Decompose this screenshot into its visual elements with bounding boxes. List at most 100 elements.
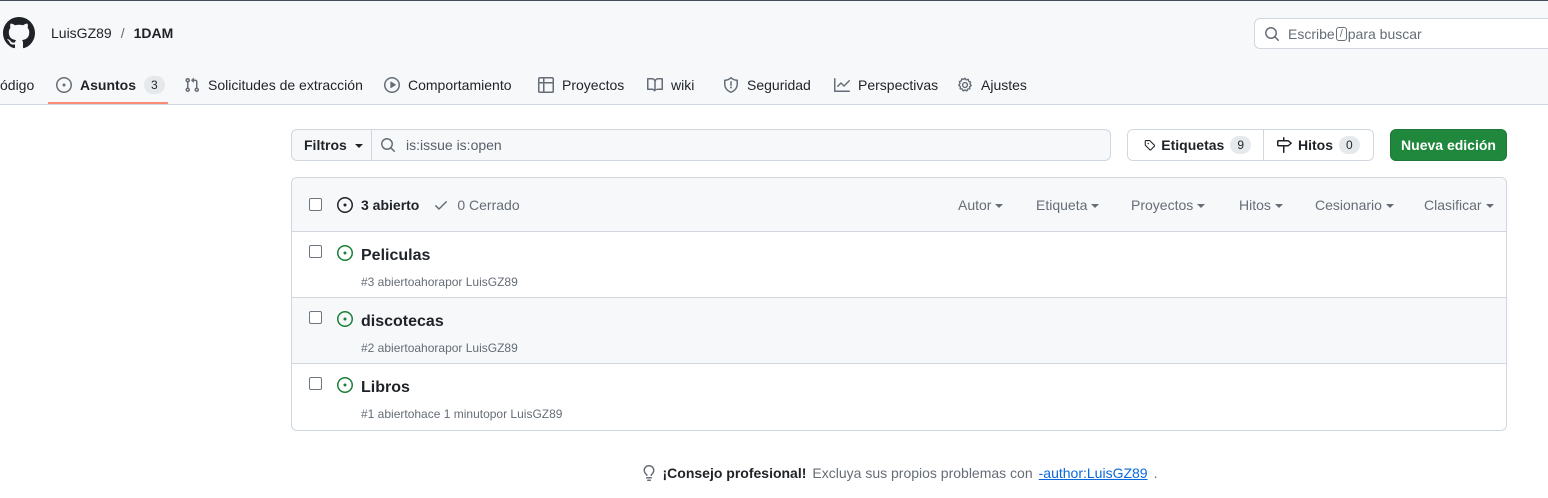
tab-projects-label: Proyectos [562, 77, 625, 93]
tag-icon [1144, 140, 1156, 151]
tab-wiki-label: wiki [671, 77, 695, 93]
git-pull-request-icon [185, 77, 199, 93]
tab-insights[interactable]: Perspectivas [834, 65, 938, 105]
light-bulb-icon [642, 465, 654, 481]
issues-counter: 3 [144, 76, 165, 94]
open-issues-link[interactable]: 3 abierto [337, 197, 419, 213]
tab-issues-label: Asuntos [80, 77, 136, 93]
search-placeholder-prefix: Escribe [1288, 25, 1335, 42]
labels-label: Etiquetas [1161, 137, 1225, 153]
projects-filter-label: Proyectos [1131, 197, 1194, 213]
play-icon [384, 77, 400, 93]
caret-down-icon [1197, 204, 1206, 208]
check-icon [435, 201, 448, 210]
milestone-icon [1277, 137, 1292, 153]
sort-label: Clasificar [1424, 197, 1482, 213]
issue-state-toggle: 3 abierto 0 Cerrado [337, 197, 520, 213]
issue-row[interactable]: discotecas #2 abiertoahorapor LuisGZ89 [292, 298, 1506, 364]
issue-row[interactable]: Peliculas #3 abiertoahorapor LuisGZ89 [292, 232, 1506, 298]
github-logo-icon[interactable] [3, 17, 35, 49]
search-icon [381, 138, 396, 153]
issue-opened-icon [56, 77, 72, 93]
tab-pull-requests[interactable]: Solicitudes de extracción [184, 65, 363, 105]
issue-checkbox[interactable] [309, 245, 322, 258]
milestones-filter-label: Hitos [1239, 197, 1271, 213]
issue-checkbox[interactable] [309, 377, 322, 390]
tab-actions-label: Comportamiento [408, 77, 512, 93]
projects-filter-menu[interactable]: Proyectos [1131, 197, 1206, 213]
caret-down-icon [1485, 204, 1494, 208]
gear-icon [958, 77, 972, 92]
global-search-input[interactable]: Escribe / para buscar [1254, 18, 1548, 49]
label-filter-label: Etiqueta [1036, 197, 1088, 213]
tab-code[interactable]: ódigo [0, 65, 34, 105]
issue-title-link[interactable]: discotecas [361, 313, 444, 331]
caret-down-icon [1274, 204, 1283, 208]
breadcrumb-separator: / [120, 25, 125, 41]
open-issues-label: 3 abierto [361, 197, 420, 213]
tab-settings[interactable]: Ajustes [957, 65, 1027, 105]
tab-actions[interactable]: Comportamiento [384, 65, 512, 105]
repo-header: LuisGZ89 / 1DAM Escribe / para buscar ód… [0, 1, 1548, 105]
protip-text: Excluya sus propios problemas con [812, 465, 1033, 481]
shield-icon [724, 77, 738, 93]
issue-opened-icon [337, 377, 353, 393]
protip-author-filter-link[interactable]: -author:LuisGZ89 [1039, 465, 1148, 481]
tab-wiki[interactable]: wiki [647, 65, 694, 105]
issue-row[interactable]: Libros #1 abiertohace 1 minutopor LuisGZ… [292, 364, 1506, 430]
issue-meta: #2 abiertoahorapor LuisGZ89 [361, 341, 518, 355]
issue-meta: #1 abiertohace 1 minutopor LuisGZ89 [361, 407, 563, 421]
protip-end: . [1153, 465, 1158, 481]
active-tab-underline [48, 102, 168, 104]
tab-security-label: Seguridad [747, 77, 811, 93]
milestones-label: Hitos [1298, 137, 1333, 153]
tab-pull-requests-label: Solicitudes de extracción [208, 77, 363, 93]
assignee-filter-label: Cesionario [1315, 197, 1382, 213]
caret-down-icon [1385, 204, 1394, 208]
tab-settings-label: Ajustes [981, 77, 1027, 93]
labels-button[interactable]: Etiquetas 9 [1128, 130, 1264, 160]
issue-search-input[interactable]: is:issue is:open [372, 129, 1111, 161]
issue-title-link[interactable]: Libros [361, 379, 410, 397]
milestones-button[interactable]: Hitos 0 [1264, 130, 1372, 160]
milestones-counter: 0 [1339, 136, 1360, 154]
tab-code-label: ódigo [0, 77, 35, 93]
issue-opened-icon [337, 245, 353, 261]
issue-opened-icon [337, 197, 353, 213]
sort-menu[interactable]: Clasificar [1424, 197, 1494, 213]
author-filter-label: Autor [958, 197, 992, 213]
milestones-filter-menu[interactable]: Hitos [1239, 197, 1283, 213]
owner-link[interactable]: LuisGZ89 [51, 25, 112, 41]
new-issue-button[interactable]: Nueva edición [1390, 129, 1507, 161]
labels-counter: 9 [1230, 136, 1251, 154]
filters-dropdown-button[interactable]: Filtros [291, 129, 372, 161]
issues-list-header: 3 abierto 0 Cerrado Autor Etiqueta Proye… [292, 178, 1506, 232]
label-filter-menu[interactable]: Etiqueta [1036, 197, 1100, 213]
search-icon [1265, 26, 1280, 41]
tab-security[interactable]: Seguridad [723, 65, 811, 105]
table-icon [538, 77, 554, 93]
tab-projects[interactable]: Proyectos [538, 65, 624, 105]
assignee-filter-menu[interactable]: Cesionario [1315, 197, 1394, 213]
select-all-checkbox[interactable] [309, 198, 322, 211]
search-shortcut-key: / [1335, 26, 1347, 41]
issue-checkbox[interactable] [309, 311, 322, 324]
protip: ¡Consejo profesional! Excluya sus propio… [0, 465, 1548, 481]
labels-milestones-group: Etiquetas 9 Hitos 0 [1127, 129, 1374, 161]
caret-down-icon [1091, 204, 1100, 208]
repo-link[interactable]: 1DAM [134, 25, 174, 41]
issue-filters-bar: Filtros is:issue is:open [291, 129, 1111, 161]
caret-down-icon [995, 204, 1004, 208]
issue-title-link[interactable]: Peliculas [361, 247, 430, 265]
closed-issues-link[interactable]: 0 Cerrado [433, 197, 520, 213]
tab-insights-label: Perspectivas [858, 77, 939, 93]
breadcrumb: LuisGZ89 / 1DAM [51, 25, 173, 41]
filters-label: Filtros [304, 137, 347, 153]
caret-down-icon [354, 144, 363, 148]
closed-issues-label: 0 Cerrado [457, 197, 520, 213]
tab-issues[interactable]: Asuntos 3 [56, 65, 165, 105]
author-filter-menu[interactable]: Autor [958, 197, 1004, 213]
protip-label: ¡Consejo profesional! [662, 465, 807, 481]
issue-opened-icon [337, 311, 353, 327]
issue-search-query: is:issue is:open [406, 137, 502, 153]
